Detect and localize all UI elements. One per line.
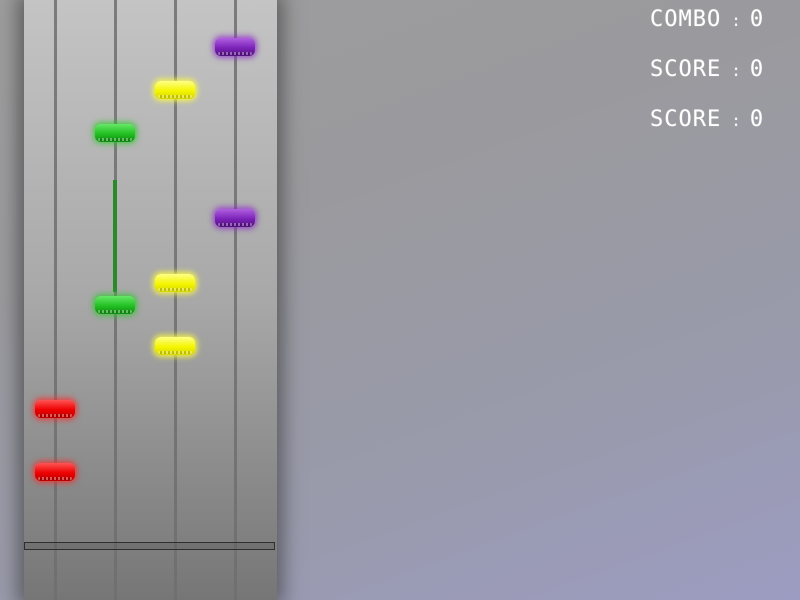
combo-value: 0 <box>749 7 765 32</box>
score-value: 0 <box>749 57 765 82</box>
score-label: SCORE <box>650 57 722 82</box>
score2-separator: : <box>731 111 742 130</box>
combo-counter: COMBO:0 <box>650 6 790 34</box>
green-note <box>95 296 135 314</box>
combo-separator: : <box>731 11 742 30</box>
lane-divider <box>54 0 57 600</box>
score-counter: SCORE:0 <box>650 56 790 84</box>
green-sustain-trail <box>113 180 117 292</box>
red-note <box>35 463 75 481</box>
combo-label: COMBO <box>650 7 722 32</box>
score2-value: 0 <box>749 107 765 132</box>
yellow-note <box>155 274 195 292</box>
purple-note <box>215 38 255 56</box>
score2-label: SCORE <box>650 107 722 132</box>
strike-line <box>24 542 275 550</box>
yellow-note <box>155 337 195 355</box>
yellow-note <box>155 81 195 99</box>
score-separator: : <box>731 61 742 80</box>
green-note <box>95 124 135 142</box>
red-note <box>35 400 75 418</box>
lane-divider <box>234 0 237 600</box>
note-highway <box>24 0 277 600</box>
purple-note <box>215 209 255 227</box>
score-counter-secondary: SCORE:0 <box>650 106 790 134</box>
